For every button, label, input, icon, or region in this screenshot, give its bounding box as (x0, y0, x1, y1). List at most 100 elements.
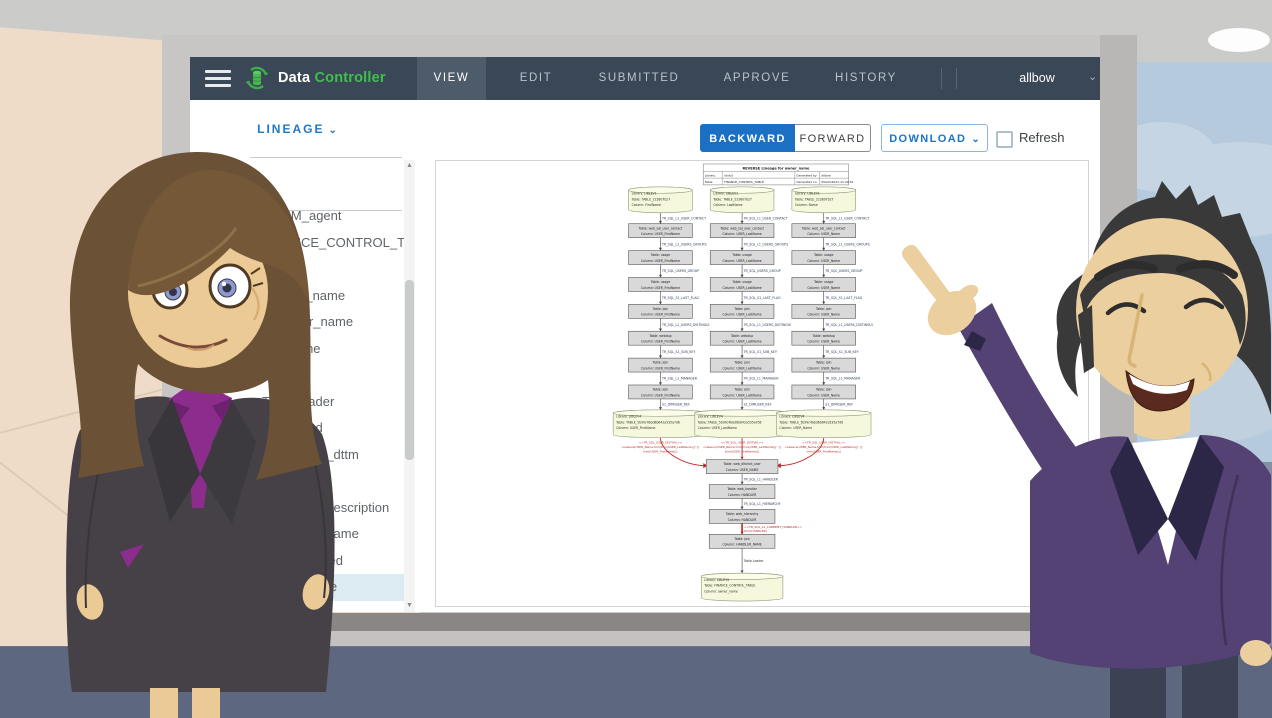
chevron-down-icon[interactable]: ⌄ (1088, 57, 1097, 100)
transform-node[interactable]: Table: webdupColumn: USER_Name (792, 331, 856, 345)
dim-dataset-node[interactable]: Library: LIBLEV4Table: TABLE_5b99c4bbd6b… (776, 410, 871, 438)
svg-text:FINANCE_CONTROL_TABLE: FINANCE_CONTROL_TABLE (724, 180, 764, 184)
tab-approve[interactable]: APPROVE (692, 57, 822, 100)
transform-node[interactable]: Table: joinColumn: USER_FirstName (629, 304, 693, 318)
transform-node[interactable]: Table: joinColumn: USER_Name (792, 304, 856, 318)
svg-text:TR_SQL_S1_LAST_FLAG: TR_SQL_S1_LAST_FLAG (824, 296, 863, 300)
svg-text:Library: LIBLEV4: Library: LIBLEV4 (779, 415, 804, 419)
forward-button[interactable]: FORWARD (795, 124, 871, 152)
backward-button[interactable]: BACKWARD (700, 124, 795, 152)
transform-node[interactable]: Table: joinColumn: USER_Name (792, 358, 856, 372)
navbar: Data Controller VIEWEDITSUBMITTEDAPPROVE… (190, 57, 1100, 100)
transform-node[interactable]: Table: usageColumn: USER_LastName (710, 251, 774, 265)
transform-node[interactable]: Table: web_hierarchyColumn: HANDLER (709, 509, 775, 523)
screen-bezel-top (162, 35, 1137, 57)
svg-text:TR_SQL_L1_USER_CONTACT: TR_SQL_L1_USER_CONTACT (824, 216, 869, 220)
sidebar-scrollbar[interactable]: ▲ ▼ (404, 160, 415, 612)
svg-text:Generated by: Generated by (796, 173, 817, 177)
man-head (1057, 181, 1271, 415)
transform-node[interactable]: Table: usageColumn: USER_FirstName (629, 277, 693, 291)
svg-text:TR_SQL_L1_USER_CONTACT: TR_SQL_L1_USER_CONTACT (661, 216, 706, 220)
transform-node[interactable]: Table: usageColumn: USER_Name (792, 251, 856, 265)
merge-node[interactable]: Table: web_distinct_userColumn: USER_NAM… (706, 460, 778, 474)
chevron-down-icon: ⌄ (971, 134, 979, 145)
source-dataset-node[interactable]: Library: LIBLEV1Table: TABLE_223807b27Co… (710, 187, 774, 213)
svg-text:Column: USER_LastName: Column: USER_LastName (723, 366, 762, 370)
svg-text:TR_SQL_L1_HIERARCHY: TR_SQL_L1_HIERARCHY (743, 502, 781, 506)
transform-node[interactable]: Table: webdup Column: USER_LastName (710, 331, 774, 345)
transform-node[interactable]: Table: joinColumn: USER_FirstName (629, 358, 693, 372)
scrollbar-thumb[interactable] (405, 280, 414, 460)
tab-view[interactable]: VIEW (417, 57, 486, 100)
transform-node[interactable]: Table: web_sql_user_contactColumn: USER_… (710, 224, 774, 238)
scroll-down-icon[interactable]: ▼ (404, 600, 415, 612)
tab-edit[interactable]: EDIT (486, 57, 586, 100)
transform-node[interactable]: Table: usage Column: USER_FirstName (629, 251, 693, 265)
refresh-cache-label: Refresh Cache (1019, 124, 1100, 152)
svg-text:TR_SQL_L1_USERS_GROUPS: TR_SQL_L1_USERS_GROUPS (661, 242, 707, 246)
target-dataset-node[interactable]: Library: LIBLEV5Table: FINANCE_CONTROL_T… (701, 573, 783, 601)
transform-node[interactable]: Table: joinColumn: USER_Name (792, 385, 856, 399)
svg-text:TR_SQL_S1_LAST_FLAG: TR_SQL_S1_LAST_FLAG (661, 296, 700, 300)
svg-text:Library: LIBLEV4: Library: LIBLEV4 (698, 415, 723, 419)
transform-node[interactable]: Table: web_handlerColumn: HANDLER (709, 485, 775, 499)
svg-text:Table: join: Table: join (815, 388, 832, 392)
svg-text:Table: web_sql_user_contact: Table: web_sql_user_contact (719, 226, 764, 230)
svg-text:Column: USER_Name: Column: USER_Name (807, 232, 840, 236)
transform-node[interactable]: Table: usageColumn: USER_LastName (710, 277, 774, 291)
svg-text:Table: usage: Table: usage (650, 280, 670, 284)
download-label: DOWNLOAD (889, 133, 966, 145)
dim-dataset-node[interactable]: Library: LIBLEV4Table: TABLE_5b99c4bbd6b… (695, 410, 790, 438)
transform-node[interactable]: Table: usageColumn: USER_Name (792, 277, 856, 291)
svg-text:Table: TABLE_5b99c4bbd6b642a5: Table: TABLE_5b99c4bbd6b642a535a7d6 (697, 420, 762, 424)
lineage-mode-label: LINEAGE (257, 122, 324, 136)
svg-text:Table: join: Table: join (652, 388, 669, 392)
transform-node[interactable]: Table: web_sql_user_contactColumn: USER_… (792, 224, 856, 238)
user-menu[interactable]: allbow (972, 57, 1100, 100)
svg-text:Column: USER_FirstName: Column: USER_FirstName (616, 426, 655, 430)
svg-text:Table: join: Table: join (733, 388, 750, 392)
lineage-mode-select[interactable]: LINEAGE⌄ (190, 122, 404, 136)
svg-text:libdc5: libdc5 (724, 173, 733, 177)
tab-history[interactable]: HISTORY (822, 57, 910, 100)
svg-text:Table: usage: Table: usage (650, 253, 670, 257)
source-dataset-node[interactable]: Library: LIBLEV1Table: TABLE_223807b27Co… (792, 187, 856, 213)
svg-text:trim(USER_FirstName))): trim(USER_FirstName))) (807, 449, 841, 453)
svg-text:Generated on: Generated on (796, 180, 817, 184)
svg-text:Library: Library (705, 173, 716, 177)
svg-text:TR_SQL_L1_MANAGER: TR_SQL_L1_MANAGER (824, 377, 861, 381)
man-presenter-illustration (880, 175, 1272, 718)
transform-node[interactable]: Table: webdupColumn: USER_FirstName (629, 331, 693, 345)
svg-text:Table: TABLE_223807b27: Table: TABLE_223807b27 (712, 197, 752, 201)
svg-text:Table: webdup: Table: webdup (730, 334, 753, 338)
svg-text:Column: USER_LastName: Column: USER_LastName (723, 393, 762, 397)
svg-text:Column: USER_LastName: Column: USER_LastName (723, 340, 762, 344)
svg-text:Table: webdup: Table: webdup (648, 334, 671, 338)
refresh-cache-checkbox[interactable] (996, 131, 1013, 148)
transform-node[interactable]: Table: joinColumn: USER_FirstName (629, 385, 693, 399)
transform-node[interactable]: Table: joinColumn: USER_LastName (710, 358, 774, 372)
transform-node[interactable]: Table: joinColumn: HANDLER_NAME (709, 534, 775, 548)
source-dataset-node[interactable]: Library: LIBLEV1Table: TABLE_223807b27Co… (629, 187, 693, 213)
ceiling-light (1208, 28, 1270, 52)
download-button[interactable]: DOWNLOAD ⌄ (881, 124, 988, 152)
hamburger-menu-icon[interactable] (205, 70, 231, 87)
transform-node[interactable]: Table: joinColumn: USER_LastName (710, 385, 774, 399)
svg-text:trim(USER_FirstName))): trim(USER_FirstName))) (643, 449, 677, 453)
scroll-up-icon[interactable]: ▲ (404, 160, 415, 172)
transform-node[interactable]: Table: web_sql_user_contactColumn: USER_… (629, 224, 693, 238)
dim-dataset-node[interactable]: Library: LIBLEV4Table: TABLE_5b99c4bbd6b… (613, 410, 708, 438)
svg-text:Column: USER_FirstName: Column: USER_FirstName (641, 393, 680, 397)
svg-text:TR_SQL_USERS_GROUP: TR_SQL_USERS_GROUP (661, 269, 699, 273)
svg-text:Column: USER_FirstName: Column: USER_FirstName (641, 366, 680, 370)
svg-text:trim(HANDLER): trim(HANDLER) (744, 529, 767, 533)
svg-text:Library: LIBLEV1: Library: LIBLEV1 (632, 192, 657, 196)
svg-text:TR_SQL_USERS_GROUP: TR_SQL_USERS_GROUP (743, 269, 781, 273)
svg-text:Library: LIBLEV1: Library: LIBLEV1 (795, 192, 820, 196)
transform-node[interactable]: Table: joinColumn: USER_LastName (710, 304, 774, 318)
tab-submitted[interactable]: SUBMITTED (586, 57, 692, 100)
navbar-divider (956, 68, 957, 89)
svg-text:TR_SQL_S1_SUB_KEY: TR_SQL_S1_SUB_KEY (824, 350, 858, 354)
brand-title: Data Controller (278, 57, 386, 100)
svg-text:Column: USER_FirstName: Column: USER_FirstName (641, 259, 680, 263)
